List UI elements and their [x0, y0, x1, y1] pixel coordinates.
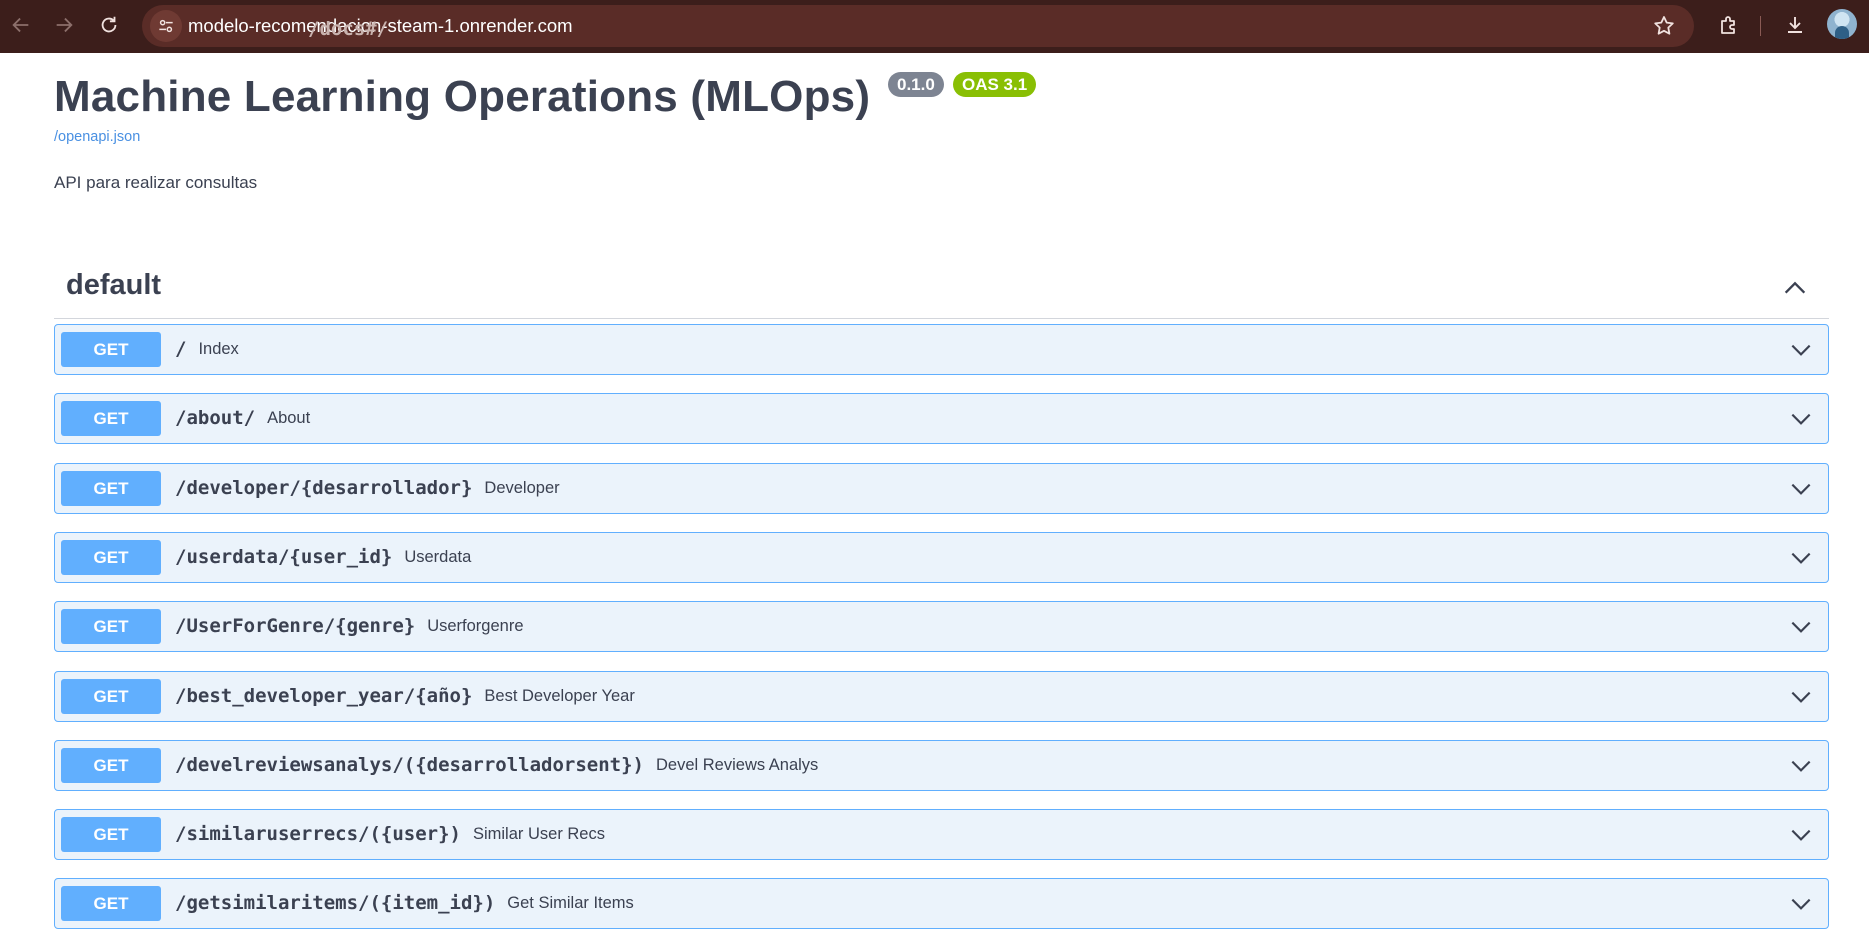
operation-row[interactable]: GET/develreviewsanalys/({desarrolladorse… — [54, 739, 1829, 791]
operation-path: / — [175, 338, 187, 360]
downloads-icon[interactable] — [1781, 11, 1809, 39]
operation-summary: About — [267, 409, 311, 428]
operation-path: /developer/{desarrollador} — [175, 476, 473, 499]
address-bar[interactable]: modelo-recomendacion-steam-1.onrender.co… — [142, 5, 1694, 47]
operation-path: /getsimilaritems/({item_id}) — [175, 892, 496, 915]
forward-icon[interactable] — [49, 10, 79, 40]
tag-header-default[interactable]: default — [54, 263, 1829, 319]
operation-row[interactable]: GET/developer/{desarrollador} Developer — [54, 462, 1829, 514]
page-title: Machine Learning Operations (MLOps) — [54, 72, 871, 121]
openapi-json-link[interactable]: /openapi.json — [54, 129, 140, 145]
extensions-icon[interactable] — [1715, 11, 1743, 39]
url-path: /docs#/ — [308, 18, 389, 40]
operation-path: /userdata/{user_id} — [175, 545, 393, 568]
operation-path: /similaruserrecs/({user}) — [175, 823, 461, 846]
operation-path: /about/ — [175, 407, 256, 430]
operation-summary: Best Developer Year — [484, 686, 635, 705]
method-badge: GET — [61, 886, 161, 922]
operation-path: /UserForGenre/{genre} — [175, 615, 416, 638]
chevron-down-icon[interactable] — [1788, 753, 1814, 779]
back-icon[interactable] — [6, 10, 36, 40]
method-badge: GET — [61, 678, 161, 714]
method-badge: GET — [61, 539, 161, 575]
api-description: API para realizar consultas — [54, 173, 258, 192]
bookmark-star-icon[interactable] — [1652, 14, 1676, 38]
chevron-down-icon[interactable] — [1788, 891, 1814, 917]
chevron-down-icon[interactable] — [1788, 614, 1814, 640]
reload-icon[interactable] — [94, 10, 124, 40]
operation-summary: Index — [198, 340, 239, 358]
operation-row[interactable]: GET/about/About — [54, 393, 1829, 445]
chevron-down-icon[interactable] — [1788, 337, 1814, 363]
oas-badge: OAS 3.1 — [953, 72, 1037, 97]
operation-row[interactable]: GET/best_developer_year/{año} Best Develo… — [54, 670, 1829, 722]
method-badge: GET — [61, 401, 161, 437]
operation-path: /best_developer_year/{año} — [175, 684, 473, 707]
chevron-down-icon[interactable] — [1788, 476, 1814, 502]
operation-row[interactable]: GET/getsimilaritems/({item_id}) Get Simil… — [54, 878, 1829, 930]
operation-row[interactable]: GET/UserForGenre/{genre} Userforgenre — [54, 601, 1829, 653]
operation-summary: Similar User Recs — [472, 825, 605, 844]
method-badge: GET — [61, 332, 161, 367]
version-badge: 0.1.0 — [888, 72, 944, 97]
profile-avatar[interactable] — [1827, 9, 1857, 39]
chevron-down-icon[interactable] — [1788, 684, 1814, 710]
operation-summary: Get Similar Items — [507, 894, 634, 913]
browser-toolbar: modelo-recomendacion-steam-1.onrender.co… — [0, 0, 1869, 53]
operation-row[interactable]: GET/userdata/{user_id} Userdata — [54, 531, 1829, 583]
operation-row[interactable]: GET/similaruserrecs/({user}) Similar User… — [54, 809, 1829, 861]
method-badge: GET — [61, 609, 161, 645]
tag-name: default — [66, 269, 162, 301]
site-info-icon[interactable] — [150, 10, 182, 42]
chevron-up-icon[interactable] — [1781, 274, 1809, 302]
method-badge: GET — [61, 470, 161, 506]
operation-row[interactable]: GET / Index — [54, 324, 1829, 375]
url-text: modelo-recomendacion-steam-1.onrender.co… — [188, 5, 573, 47]
chevron-down-icon[interactable] — [1788, 545, 1814, 571]
operation-summary: Developer — [484, 478, 560, 497]
operation-path: /develreviewsanalys/({desarrolladorsent}… — [175, 753, 644, 776]
operation-summary: Devel Reviews Analys — [655, 755, 819, 774]
method-badge: GET — [61, 817, 161, 853]
toolbar-divider — [1760, 16, 1761, 36]
chevron-down-icon[interactable] — [1788, 822, 1814, 848]
operation-summary: Userdata — [404, 547, 472, 566]
method-badge: GET — [61, 747, 161, 783]
chevron-down-icon[interactable] — [1788, 406, 1814, 432]
operation-summary: Userforgenre — [427, 617, 524, 636]
